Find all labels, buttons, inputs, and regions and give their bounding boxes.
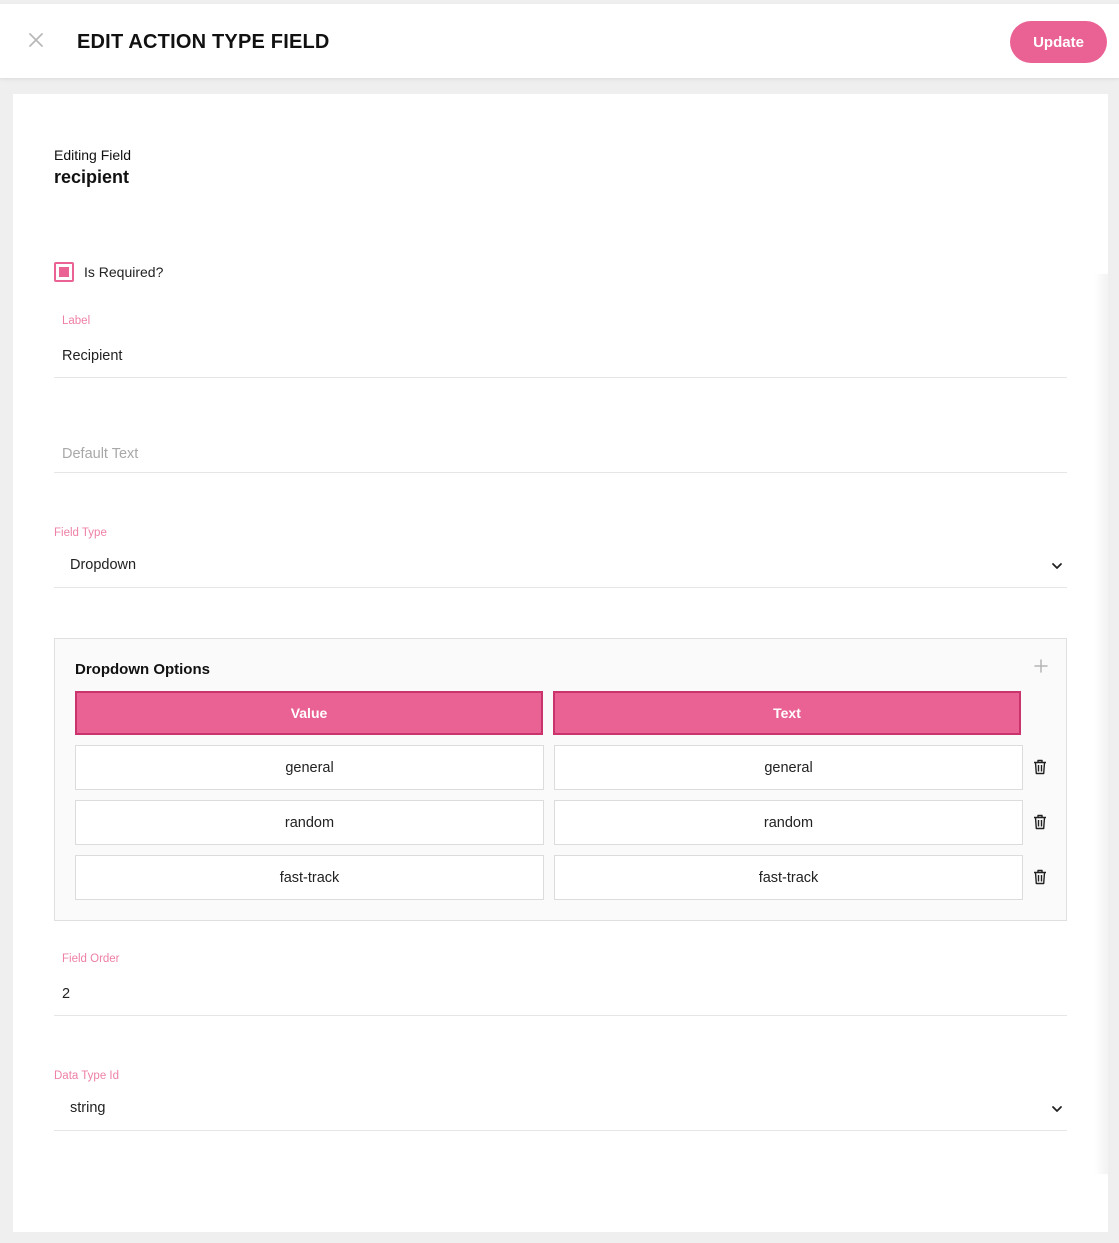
trash-icon[interactable] (1033, 814, 1047, 830)
page-title: EDIT ACTION TYPE FIELD (77, 31, 330, 53)
label-field: Label (54, 308, 1067, 378)
is-required-checkbox[interactable] (54, 262, 74, 282)
field-order-label: Field Order (62, 953, 120, 965)
field-order-input[interactable] (62, 984, 1052, 1004)
dropdown-options-panel: Dropdown Options Value Text (54, 638, 1067, 921)
checkbox-checked-mark (59, 267, 69, 277)
option-value-input[interactable] (75, 855, 544, 900)
editing-field-name: recipient (54, 167, 130, 187)
close-icon[interactable] (24, 28, 48, 52)
field-order-field: Field Order (54, 946, 1067, 1016)
dropdown-options-title: Dropdown Options (75, 661, 210, 678)
option-value-input[interactable] (75, 745, 544, 790)
option-value-input[interactable] (75, 800, 544, 845)
data-type-select[interactable]: Data Type Id string (54, 1067, 1067, 1131)
field-type-label: Field Type (54, 527, 107, 539)
chevron-down-icon (1051, 1102, 1063, 1114)
data-type-label: Data Type Id (54, 1070, 119, 1082)
value-column-header: Value (75, 691, 543, 735)
update-button[interactable]: Update (1010, 21, 1107, 63)
field-type-value: Dropdown (70, 557, 137, 573)
text-column-header: Text (553, 691, 1021, 735)
panel-edge-shadow (1094, 274, 1108, 1174)
is-required-checkbox-row[interactable]: Is Required? (54, 262, 163, 282)
editing-field-caption: Editing Field (54, 147, 132, 163)
top-bar: EDIT ACTION TYPE FIELD Update (0, 4, 1119, 79)
label-field-label: Label (62, 315, 91, 327)
option-text-input[interactable] (554, 855, 1023, 900)
default-text-input[interactable] (62, 444, 1052, 464)
field-type-select[interactable]: Field Type Dropdown (54, 524, 1067, 588)
label-input[interactable] (62, 346, 1052, 366)
default-text-field (54, 414, 1067, 473)
data-type-value: string (70, 1100, 106, 1116)
chevron-down-icon (1051, 559, 1063, 571)
trash-icon[interactable] (1033, 869, 1047, 885)
option-text-input[interactable] (554, 800, 1023, 845)
edit-panel: Editing Field recipient Is Required? Lab… (13, 94, 1108, 1232)
option-text-input[interactable] (554, 745, 1023, 790)
plus-icon[interactable] (1034, 659, 1048, 673)
is-required-label: Is Required? (84, 264, 164, 280)
trash-icon[interactable] (1033, 759, 1047, 775)
